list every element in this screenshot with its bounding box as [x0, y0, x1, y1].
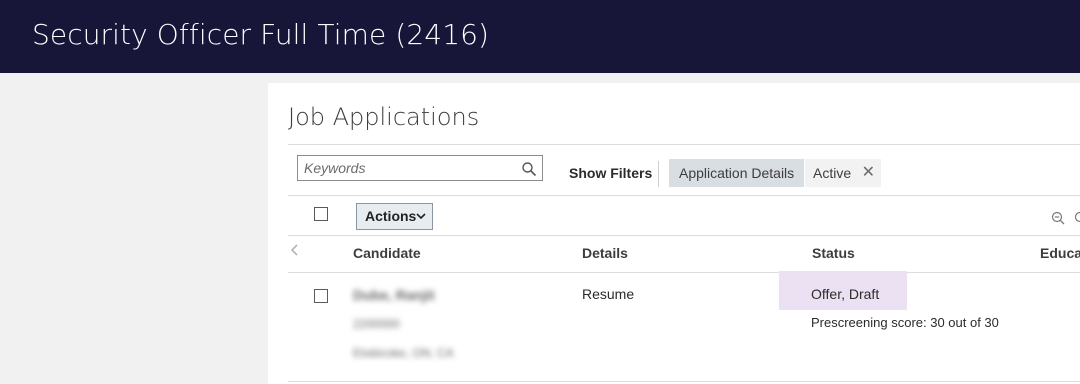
divider [288, 195, 1080, 196]
status-badge: Offer, Draft [811, 286, 880, 302]
divider [288, 235, 1080, 236]
search-input[interactable] [298, 156, 520, 180]
top-header-bar: Security Officer Full Time (2416) [0, 0, 1080, 73]
chevron-left-icon[interactable] [290, 243, 300, 257]
zoom-in-icon[interactable] [1074, 211, 1080, 225]
main-panel: Job Applications Show Filters Applicatio… [268, 83, 1080, 384]
divider [288, 144, 1080, 145]
column-header-details[interactable]: Details [582, 245, 628, 261]
filter-chip-active[interactable]: Active ✕ [805, 159, 881, 187]
search-icon[interactable] [521, 161, 537, 177]
column-header-education[interactable]: Educa [1040, 245, 1080, 261]
prescreening-score: Prescreening score: 30 out of 30 [811, 315, 999, 330]
select-all-checkbox[interactable] [314, 207, 328, 221]
row-checkbox[interactable] [314, 289, 328, 303]
chevron-down-icon [416, 213, 426, 220]
zoom-out-icon[interactable] [1051, 211, 1065, 225]
divider [658, 161, 659, 187]
divider [288, 381, 1080, 382]
actions-label: Actions [365, 208, 417, 224]
filter-chip-application-details[interactable]: Application Details [669, 159, 805, 187]
candidate-name[interactable]: Dube, Ranjit [353, 287, 435, 303]
left-panel [0, 73, 268, 384]
divider [288, 272, 1080, 273]
column-header-status[interactable]: Status [812, 245, 855, 261]
show-filters-button[interactable]: Show Filters [569, 165, 652, 181]
filter-chip-label: Active [813, 165, 852, 181]
job-title: Security Officer Full Time (2416) [32, 18, 490, 51]
resume-link[interactable]: Resume [582, 286, 634, 302]
panel-gap [268, 73, 1080, 83]
candidate-id: 2200000 [353, 317, 400, 331]
actions-button[interactable]: Actions [356, 203, 433, 230]
column-header-candidate[interactable]: Candidate [353, 245, 421, 261]
candidate-location: Etobicoke, ON, CA [353, 346, 454, 360]
page-title: Job Applications [288, 103, 480, 131]
close-icon[interactable]: ✕ [862, 159, 875, 187]
keyword-search [297, 155, 543, 181]
